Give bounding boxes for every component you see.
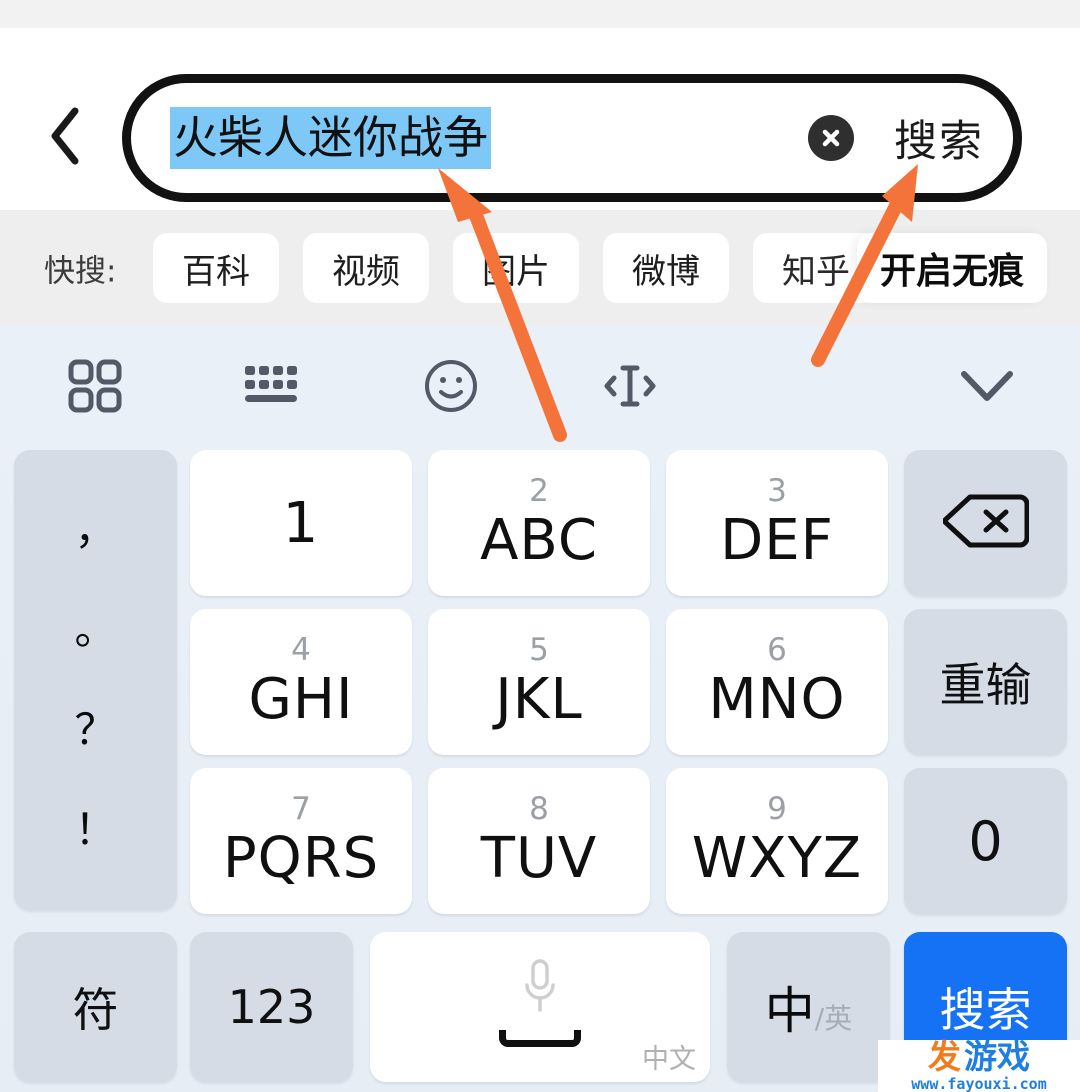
quick-search-bar: 快搜: 百科 视频 图片 微博 知乎 开启无痕 [0, 210, 1080, 326]
key-0-label: 0 [968, 809, 1003, 873]
emoji-smiley-icon [423, 358, 479, 419]
search-bar-container: 火柴人迷你战争 搜索 [122, 74, 1022, 202]
back-button[interactable] [30, 96, 100, 176]
backspace-key[interactable] [904, 450, 1067, 596]
key-3-letters: DEF [720, 508, 834, 573]
key-2-number: 2 [529, 473, 549, 509]
grid-panel-icon [67, 358, 123, 419]
key-5-number: 5 [529, 632, 549, 668]
grid-panel-button[interactable] [50, 343, 140, 433]
emoji-button[interactable] [406, 343, 496, 433]
key-9-letters: WXYZ [691, 826, 863, 891]
key-8-number: 8 [529, 791, 549, 827]
key-8-tuv[interactable]: 8 TUV [428, 768, 650, 914]
quick-chip-weibo[interactable]: 微博 [603, 233, 729, 303]
chevron-down-icon [958, 366, 1016, 411]
keyboard-keys: ， 。 ？ ！ 1 2 ABC 3 DEF 4 GHI 5 JKL 6 MNO … [0, 450, 1080, 1092]
key-5-letters: JKL [495, 667, 583, 732]
key-7-letters: PQRS [222, 826, 380, 891]
punct-comma: ， [74, 505, 117, 554]
key-4-number: 4 [291, 632, 311, 668]
chevron-left-icon [47, 105, 83, 167]
redo-key-label: 重输 [939, 658, 1032, 712]
key-1[interactable]: 1 [190, 450, 412, 596]
keyboard-toolbar [0, 326, 1080, 450]
keyboard-layout-button[interactable] [228, 343, 318, 433]
language-toggle-key[interactable]: 中 / 英 [727, 932, 890, 1082]
key-2-abc[interactable]: 2 ABC [428, 450, 650, 596]
key-1-letters: 1 [282, 491, 320, 556]
punct-question: ？ [74, 705, 117, 754]
key-6-mno[interactable]: 6 MNO [666, 609, 888, 755]
incognito-toggle-button[interactable]: 开启无痕 [857, 233, 1047, 303]
key-0[interactable]: 0 [904, 768, 1067, 914]
enter-search-label: 搜索 [939, 983, 1032, 1037]
punct-period: 。 [74, 605, 117, 654]
key-9-number: 9 [767, 791, 787, 827]
punctuation-key[interactable]: ， 。 ？ ！ [14, 450, 177, 910]
key-4-ghi[interactable]: 4 GHI [190, 609, 412, 755]
redo-key[interactable]: 重输 [904, 609, 1067, 755]
key-7-number: 7 [291, 791, 311, 827]
key-4-letters: GHI [248, 667, 354, 732]
search-submit-button[interactable]: 搜索 [894, 107, 984, 169]
status-bar-strip [0, 0, 1080, 28]
numeric-key-label: 123 [227, 980, 316, 1034]
microphone-icon [520, 958, 560, 1021]
keyboard-icon [243, 364, 303, 413]
search-header: 火柴人迷你战争 搜索 [0, 28, 1080, 210]
quick-search-label: 快搜: [44, 253, 117, 290]
symbol-key-label: 符 [72, 983, 119, 1037]
watermark-url: www.fayouxi.com [911, 1074, 1047, 1092]
hide-keyboard-button[interactable] [942, 343, 1032, 433]
key-2-letters: ABC [480, 508, 598, 573]
cursor-move-button[interactable] [585, 343, 675, 433]
quick-chip-baike[interactable]: 百科 [153, 233, 279, 303]
site-watermark: 发 游戏 www.fayouxi.com [878, 1040, 1080, 1092]
phone-screen: 火柴人迷你战争 搜索 快搜: 百科 视频 图片 微博 知乎 开启无痕 ， 。 ？… [0, 0, 1080, 1092]
numeric-key[interactable]: 123 [190, 932, 353, 1082]
space-key-hint: 中文 [642, 1044, 696, 1075]
cursor-move-icon [600, 359, 660, 418]
watermark-logo-rest: 游戏 [964, 1036, 1030, 1076]
clear-circle-icon [818, 125, 844, 151]
key-7-pqrs[interactable]: 7 PQRS [190, 768, 412, 914]
search-input[interactable]: 火柴人迷你战争 [170, 102, 870, 174]
watermark-logo-first: 发 [928, 1036, 961, 1076]
key-3-def[interactable]: 3 DEF [666, 450, 888, 596]
key-6-letters: MNO [708, 667, 846, 732]
search-input-text: 火柴人迷你战争 [170, 107, 492, 169]
space-bar-glyph [499, 1030, 581, 1047]
quick-chip-video[interactable]: 视频 [303, 233, 429, 303]
ime-keyboard: ， 。 ？ ！ 1 2 ABC 3 DEF 4 GHI 5 JKL 6 MNO … [0, 326, 1080, 1092]
key-5-jkl[interactable]: 5 JKL [428, 609, 650, 755]
key-9-wxyz[interactable]: 9 WXYZ [666, 768, 888, 914]
language-inactive-label: 英 [824, 1002, 853, 1035]
quick-chip-image[interactable]: 图片 [453, 233, 579, 303]
language-active-label: 中 [764, 982, 815, 1040]
key-3-number: 3 [767, 473, 787, 509]
key-6-number: 6 [767, 632, 787, 668]
language-separator: / [814, 1002, 825, 1035]
punct-exclaim: ！ [74, 805, 117, 854]
symbol-key[interactable]: 符 [14, 932, 177, 1082]
clear-search-button[interactable] [808, 115, 854, 161]
key-8-letters: TUV [480, 826, 598, 891]
backspace-icon [941, 492, 1029, 554]
space-key[interactable]: 中文 [370, 932, 710, 1082]
